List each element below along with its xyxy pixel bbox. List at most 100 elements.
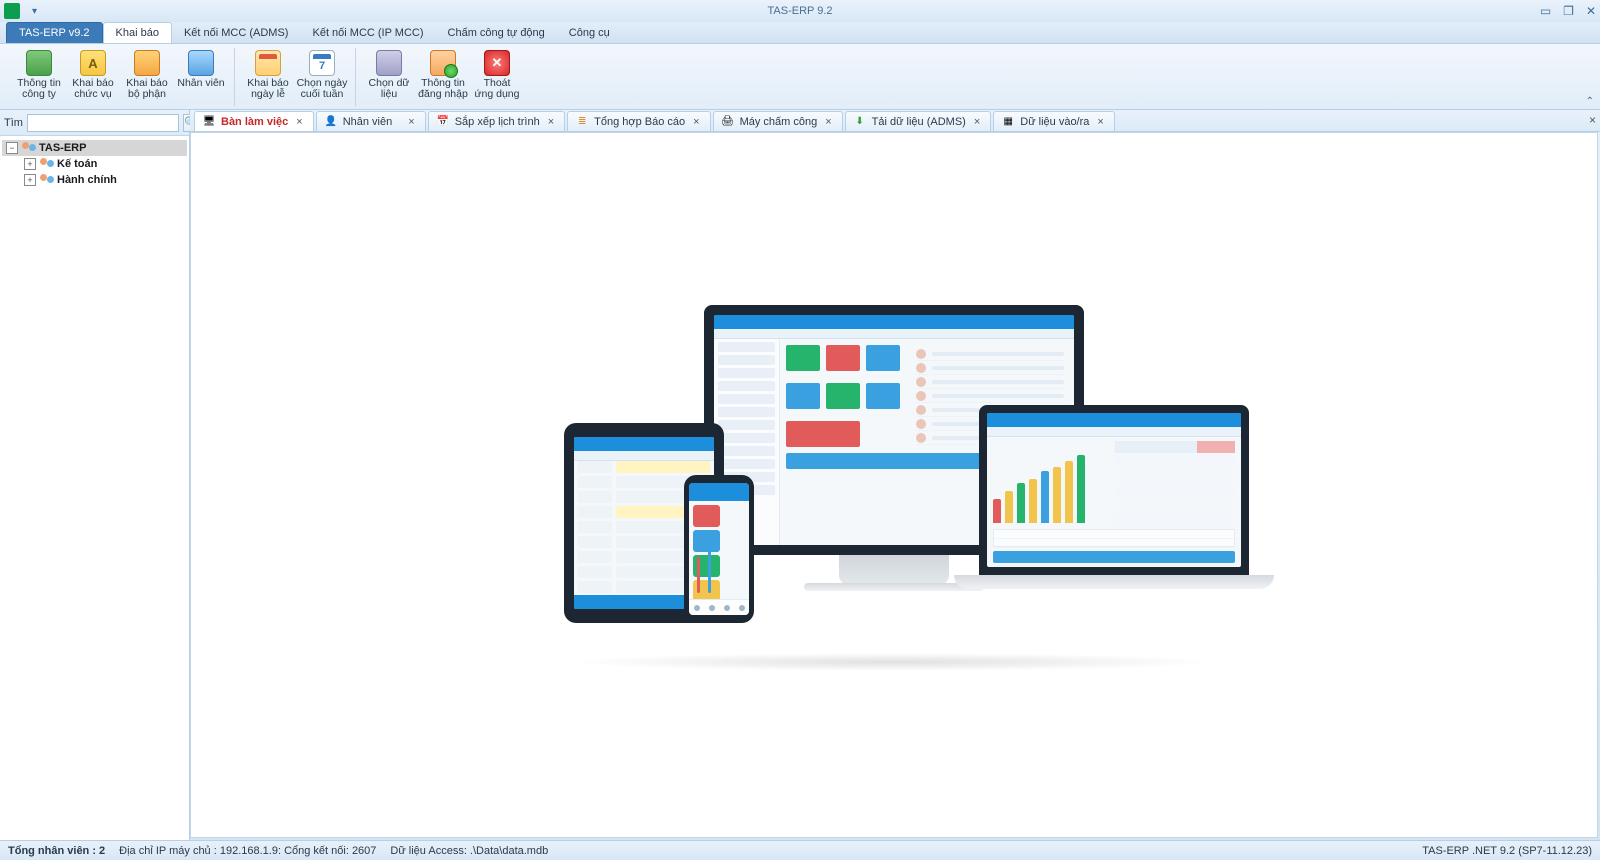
tree-node-label: Hành chính — [57, 174, 117, 186]
tab-label: Nhân viên — [343, 116, 401, 128]
close-all-tabs-icon[interactable]: × — [1589, 113, 1596, 127]
employee-icon: 👤 — [325, 116, 337, 128]
tree-node-label: Kế toán — [57, 158, 97, 170]
menu-ipmcc[interactable]: Kết nối MCC (IP MCC) — [300, 22, 435, 43]
search-label: Tìm — [4, 117, 23, 129]
laptop-mockup — [954, 405, 1274, 615]
tab-inout[interactable]: ▦ Dữ liệu vào/ra × — [993, 111, 1115, 131]
tab-label: Tải dữ liệu (ADMS) — [872, 116, 966, 128]
select-data-label: Chọn dữ liệu — [369, 78, 410, 100]
sidebar: Tìm 🔍 ↻ − TAS-ERP + Kế toán — [0, 110, 190, 840]
holiday-icon — [255, 50, 281, 76]
exit-label: Thoát ứng dụng — [475, 78, 520, 100]
exit-button[interactable]: Thoát ứng dụng — [470, 48, 524, 106]
org-icon — [40, 174, 54, 186]
devices-illustration — [544, 305, 1244, 665]
download-icon: ⬇ — [854, 116, 866, 128]
window-controls: ▭ ❐ ✕ — [1540, 4, 1596, 18]
tree-root[interactable]: − TAS-ERP — [2, 140, 187, 156]
company-info-button[interactable]: Thông tin công ty — [12, 48, 66, 106]
employee-icon — [188, 50, 214, 76]
org-icon — [22, 142, 36, 154]
database-icon — [376, 50, 402, 76]
close-button[interactable]: ✕ — [1586, 4, 1596, 18]
position-icon — [80, 50, 106, 76]
status-server-ip: Địa chỉ IP máy chủ : 192.168.1.9: Cổng k… — [119, 845, 376, 857]
status-version: TAS-ERP .NET 9.2 (SP7-11.12.23) — [1422, 845, 1592, 857]
search-bar: Tìm 🔍 ↻ — [0, 110, 189, 136]
position-label: Khai báo chức vụ — [72, 78, 113, 100]
menu-adms[interactable]: Kết nối MCC (ADMS) — [172, 22, 301, 43]
restore-button[interactable]: ❐ — [1563, 4, 1574, 18]
device-icon: 🖨 — [722, 116, 734, 128]
tab-label: Tổng hợp Báo cáo — [594, 116, 685, 128]
expander-icon[interactable]: − — [6, 142, 18, 154]
expander-icon[interactable]: + — [24, 158, 36, 170]
tab-close-icon[interactable]: × — [691, 116, 701, 128]
tab-close-icon[interactable]: × — [1095, 116, 1105, 128]
tab-download-adms[interactable]: ⬇ Tải dữ liệu (ADMS) × — [845, 111, 992, 131]
tab-label: Dữ liệu vào/ra — [1020, 116, 1089, 128]
tab-close-icon[interactable]: × — [823, 116, 833, 128]
ribbon-group-system: Chọn dữ liệu Thông tin đăng nhập Thoát ứ… — [356, 48, 530, 106]
menu-khaibao[interactable]: Khai báo — [103, 22, 172, 43]
department-button[interactable]: Khai báo bộ phận — [120, 48, 174, 106]
org-tree: − TAS-ERP + Kế toán + Hành chính — [0, 136, 189, 840]
tab-reports[interactable]: ≣ Tổng hợp Báo cáo × — [567, 111, 710, 131]
statusbar: Tổng nhân viên : 2 Địa chỉ IP máy chủ : … — [0, 840, 1600, 860]
tab-employees[interactable]: 👤 Nhân viên × — [316, 111, 426, 131]
window-title: TAS-ERP 9.2 — [767, 5, 832, 17]
weekend-button[interactable]: Chọn ngày cuối tuần — [295, 48, 349, 106]
tab-device[interactable]: 🖨 Máy chấm công × — [713, 111, 843, 131]
employee-label: Nhân viên — [177, 78, 224, 89]
phone-mockup — [684, 475, 754, 623]
schedule-icon: 📅 — [437, 116, 449, 128]
ribbon-group-declare: Thông tin công ty Khai báo chức vụ Khai … — [6, 48, 235, 106]
tab-close-icon[interactable]: × — [294, 116, 304, 128]
calendar-icon — [309, 50, 335, 76]
tab-label: Máy chấm công — [740, 116, 818, 128]
menu-auto-attendance[interactable]: Chấm công tự động — [436, 22, 557, 43]
tab-close-icon[interactable]: × — [546, 116, 556, 128]
document-tabs: 🖥 Bàn làm việc × 👤 Nhân viên × 📅 Sắp xếp… — [190, 110, 1600, 132]
ribbon: Thông tin công ty Khai báo chức vụ Khai … — [0, 44, 1600, 110]
qat-dropdown-icon[interactable]: ▾ — [32, 6, 37, 17]
login-info-button[interactable]: Thông tin đăng nhập — [416, 48, 470, 106]
employee-button[interactable]: Nhân viên — [174, 48, 228, 106]
tab-label: Sắp xếp lịch trình — [455, 116, 540, 128]
position-button[interactable]: Khai báo chức vụ — [66, 48, 120, 106]
tab-workspace[interactable]: 🖥 Bàn làm việc × — [194, 111, 314, 131]
tree-node-admin[interactable]: + Hành chính — [2, 172, 187, 188]
tab-schedule[interactable]: 📅 Sắp xếp lịch trình × — [428, 111, 565, 131]
search-input[interactable] — [27, 114, 179, 132]
tab-close-icon[interactable]: × — [406, 116, 416, 128]
app-window: ▾ TAS-ERP 9.2 ▭ ❐ ✕ TAS-ERP v9.2 Khai bá… — [0, 0, 1600, 860]
status-total-employees: Tổng nhân viên : 2 — [8, 845, 105, 857]
tree-root-label: TAS-ERP — [39, 142, 86, 154]
select-data-button[interactable]: Chọn dữ liệu — [362, 48, 416, 106]
body: Tìm 🔍 ↻ − TAS-ERP + Kế toán — [0, 110, 1600, 840]
login-icon — [430, 50, 456, 76]
exit-icon — [484, 50, 510, 76]
company-icon — [26, 50, 52, 76]
titlebar: ▾ TAS-ERP 9.2 ▭ ❐ ✕ — [0, 0, 1600, 22]
weekend-label: Chọn ngày cuối tuần — [297, 78, 348, 100]
menu-app[interactable]: TAS-ERP v9.2 — [6, 22, 103, 43]
app-logo-icon — [4, 3, 20, 19]
expander-icon[interactable]: + — [24, 174, 36, 186]
holiday-button[interactable]: Khai báo ngày lễ — [241, 48, 295, 106]
status-access-path: Dữ liệu Access: .\Data\data.mdb — [390, 845, 548, 857]
org-icon — [40, 158, 54, 170]
data-icon: ▦ — [1002, 116, 1014, 128]
tab-close-icon[interactable]: × — [972, 116, 982, 128]
company-info-label: Thông tin công ty — [17, 78, 61, 100]
menubar: TAS-ERP v9.2 Khai báo Kết nối MCC (ADMS)… — [0, 22, 1600, 44]
tree-node-accounting[interactable]: + Kế toán — [2, 156, 187, 172]
menu-tools[interactable]: Công cụ — [557, 22, 622, 43]
minimize-button[interactable]: ▭ — [1540, 4, 1551, 18]
workspace-icon: 🖥 — [203, 116, 215, 128]
report-icon: ≣ — [576, 116, 588, 128]
tab-label: Bàn làm việc — [221, 116, 288, 128]
ribbon-group-calendar: Khai báo ngày lễ Chọn ngày cuối tuần — [235, 48, 356, 106]
ribbon-collapse-icon[interactable]: ⌃ — [1586, 96, 1594, 107]
